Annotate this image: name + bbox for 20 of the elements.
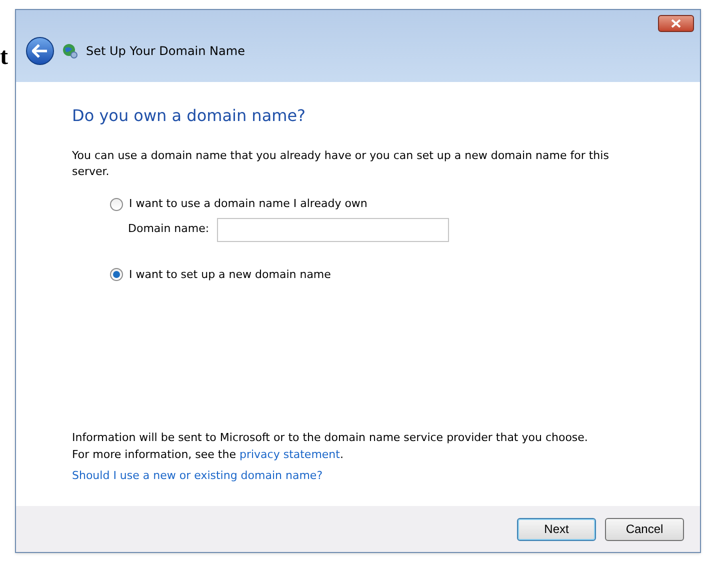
intro-text: You can use a domain name that you already have or you can set up a new domain name for this server.: [72, 148, 610, 180]
window-title: Set Up Your Domain Name: [86, 43, 245, 60]
radio-button[interactable]: [110, 268, 123, 282]
privacy-link[interactable]: privacy statement: [239, 448, 340, 460]
wizard-button[interactable]: Cancel: [605, 518, 684, 540]
radio-label: I want to set up a new domain name: [129, 266, 331, 282]
wizard-button[interactable]: Next: [517, 518, 596, 540]
back-arrow-icon: [32, 44, 48, 58]
radio-label: I want to use a domain name I already own: [129, 196, 368, 212]
close-button[interactable]: [658, 15, 694, 32]
page-heading: Do you own a domain name?: [72, 105, 307, 127]
globe-icon: [62, 43, 78, 59]
info-text: Information will be sent to Microsoft or to the domain name service provider that you choose. For more information, see the privacy statement.: [72, 430, 589, 462]
field-label: Domain name:: [128, 221, 210, 238]
radio-button[interactable]: [110, 198, 123, 211]
back-button[interactable]: [26, 37, 54, 65]
background-letter: t: [0, 44, 8, 70]
close-icon: [671, 19, 681, 28]
domain-name-field[interactable]: [217, 218, 450, 242]
help-link[interactable]: Should I use a new or existing domain name?: [72, 468, 323, 484]
